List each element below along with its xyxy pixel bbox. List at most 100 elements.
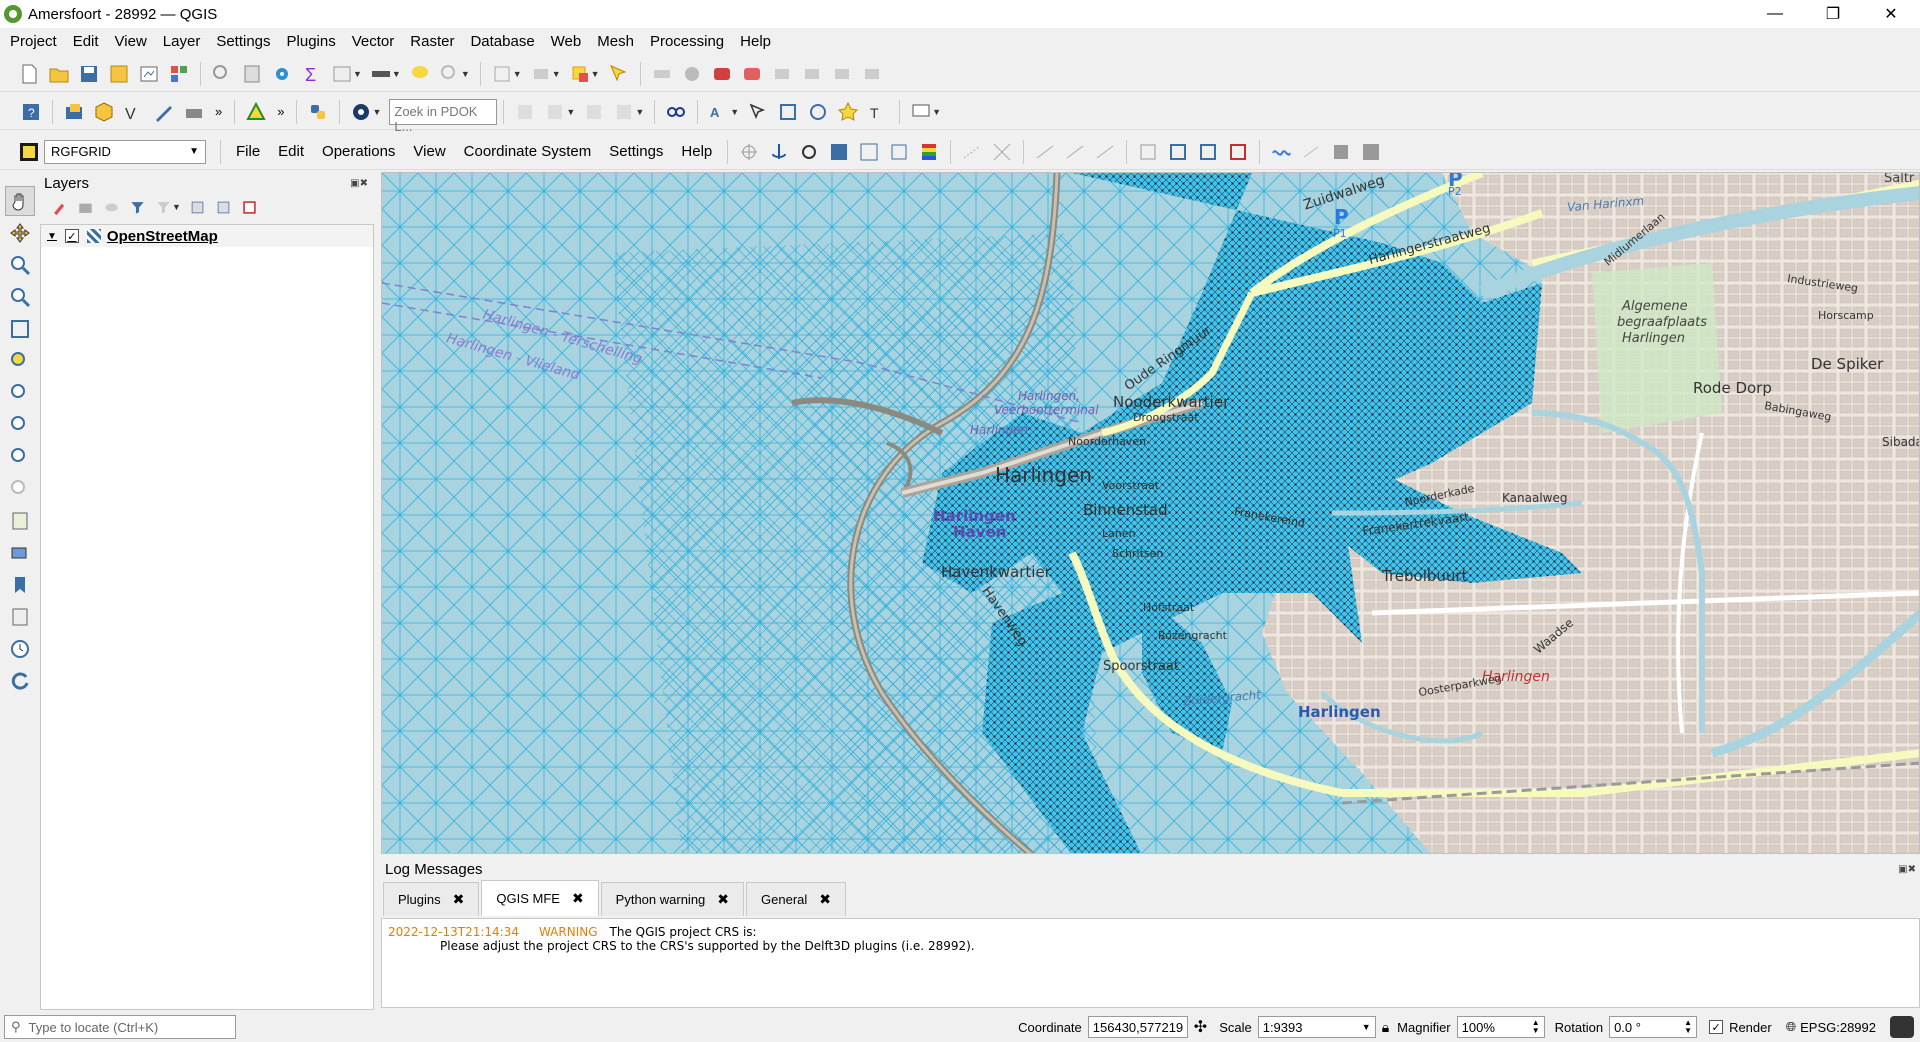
rgf-menu-help[interactable]: Help bbox=[672, 143, 721, 160]
layer-styling-icon[interactable] bbox=[46, 194, 72, 220]
show-bookmarks-icon[interactable] bbox=[5, 602, 35, 632]
pdok-search-input[interactable]: Zoek in PDOK L... bbox=[389, 98, 498, 134]
move-label-icon[interactable] bbox=[743, 97, 773, 127]
toggle-extents-icon[interactable]: ✣ bbox=[1194, 1017, 1207, 1037]
add-vector-icon[interactable]: V bbox=[119, 97, 149, 127]
digitize-icon[interactable] bbox=[149, 97, 179, 127]
collapse-all-icon[interactable] bbox=[211, 194, 237, 220]
minimize-button[interactable]: — bbox=[1746, 0, 1804, 28]
add-group-icon[interactable] bbox=[72, 194, 98, 220]
close-button[interactable]: ✕ bbox=[1862, 0, 1920, 28]
grid-delete-icon[interactable] bbox=[1223, 137, 1253, 167]
crs-button[interactable]: EPSG:28992 bbox=[1800, 1020, 1876, 1035]
label-tool-1-icon[interactable] bbox=[647, 59, 677, 89]
python-console-icon[interactable] bbox=[303, 97, 333, 127]
identify-icon[interactable] bbox=[207, 59, 237, 89]
new-3d-view-icon[interactable] bbox=[5, 538, 35, 568]
tab-general[interactable]: General ✖ bbox=[746, 882, 847, 916]
menu-mesh[interactable]: Mesh bbox=[587, 33, 640, 50]
grid-merge-icon[interactable] bbox=[1163, 137, 1193, 167]
grid-split-icon[interactable] bbox=[1193, 137, 1223, 167]
grid-refine-icon[interactable] bbox=[1133, 137, 1163, 167]
maximize-button[interactable]: ❐ bbox=[1804, 0, 1862, 28]
temporal-clock-icon[interactable] bbox=[5, 634, 35, 664]
label-move-icon[interactable] bbox=[827, 59, 857, 89]
manage-visibility-icon[interactable] bbox=[98, 194, 124, 220]
panel-float-close-icon[interactable]: ▣✖ bbox=[1898, 864, 1916, 875]
rgf-menu-settings[interactable]: Settings bbox=[600, 143, 672, 160]
wave-icon[interactable] bbox=[1266, 137, 1296, 167]
menu-layer[interactable]: Layer bbox=[153, 33, 207, 50]
new-map-view-icon[interactable] bbox=[5, 506, 35, 536]
coordinate-field[interactable]: 156430,577219 bbox=[1087, 1016, 1188, 1038]
delete-spline-icon[interactable] bbox=[987, 137, 1017, 167]
triangle-icon[interactable] bbox=[241, 97, 271, 127]
annotation-abc-2-icon[interactable] bbox=[737, 59, 767, 89]
label-tool-2-icon[interactable] bbox=[677, 59, 707, 89]
messages-icon[interactable] bbox=[1890, 1016, 1914, 1038]
tab-plugins[interactable]: Plugins ✖ bbox=[383, 882, 480, 916]
menu-plugins[interactable]: Plugins bbox=[277, 33, 342, 50]
tab-qgis-mfe[interactable]: QGIS MFE ✖ bbox=[481, 880, 599, 916]
change-label-icon[interactable] bbox=[803, 97, 833, 127]
pan-hand-icon[interactable] bbox=[5, 186, 35, 216]
grid-table-icon[interactable] bbox=[884, 137, 914, 167]
menu-settings[interactable]: Settings bbox=[206, 33, 276, 50]
color-bar-icon[interactable] bbox=[914, 137, 944, 167]
rotation-spinbox[interactable]: 0.0 ° ▲ ▼ bbox=[1609, 1016, 1698, 1038]
zoom-out-icon[interactable] bbox=[5, 282, 35, 312]
rgf-menu-operations[interactable]: Operations bbox=[313, 143, 404, 160]
grid-select-icon[interactable] bbox=[824, 137, 854, 167]
zoom-selection-icon[interactable] bbox=[5, 346, 35, 376]
grid-large-icon[interactable] bbox=[1356, 137, 1386, 167]
anchor-icon[interactable] bbox=[764, 137, 794, 167]
help-icon[interactable]: ? bbox=[16, 97, 46, 127]
data-source-manager-icon[interactable] bbox=[59, 97, 89, 127]
refresh-icon[interactable] bbox=[794, 137, 824, 167]
menu-view[interactable]: View bbox=[105, 33, 153, 50]
layer-visibility-checkbox[interactable]: ✓ bbox=[64, 229, 79, 243]
pin-label-icon[interactable] bbox=[833, 97, 863, 127]
refresh-map-icon[interactable] bbox=[5, 666, 35, 696]
pan-to-selection-icon[interactable] bbox=[5, 218, 35, 248]
panel-float-close-icon[interactable]: ▣✖ bbox=[350, 178, 368, 189]
settings-gear-icon[interactable] bbox=[267, 59, 297, 89]
new-project-icon[interactable] bbox=[14, 59, 44, 89]
zoom-full-icon[interactable] bbox=[5, 314, 35, 344]
new-bookmark-icon[interactable] bbox=[5, 570, 35, 600]
menu-raster[interactable]: Raster bbox=[400, 33, 460, 50]
menu-help[interactable]: Help bbox=[730, 33, 777, 50]
menu-web[interactable]: Web bbox=[541, 33, 588, 50]
rgf-menu-coordinate-system[interactable]: Coordinate System bbox=[455, 143, 601, 160]
label-pin-icon[interactable] bbox=[767, 59, 797, 89]
zoom-native-icon[interactable] bbox=[5, 410, 35, 440]
map-tips-icon[interactable] bbox=[405, 59, 435, 89]
close-tab-icon[interactable]: ✖ bbox=[819, 891, 831, 908]
print-layout-icon[interactable] bbox=[134, 59, 164, 89]
map-canvas[interactable]: Zuidwalweg Harlingerstraatweg Van Harinx… bbox=[381, 172, 1920, 854]
edit-pencil-icon[interactable] bbox=[510, 97, 540, 127]
zoom-layer-icon[interactable] bbox=[5, 378, 35, 408]
spline-tool-1-icon[interactable] bbox=[1030, 137, 1060, 167]
spline-icon[interactable] bbox=[957, 137, 987, 167]
rgf-menu-file[interactable]: File bbox=[227, 143, 269, 160]
statistics-sigma-icon[interactable]: Σ bbox=[297, 59, 327, 89]
select-location-icon[interactable] bbox=[604, 59, 634, 89]
annotation-abc-icon[interactable] bbox=[707, 59, 737, 89]
zoom-in-icon[interactable] bbox=[5, 250, 35, 280]
expand-all-icon[interactable] bbox=[185, 194, 211, 220]
log-output[interactable]: 2022-12-13T21:14:34 WARNING The QGIS proje… bbox=[381, 918, 1920, 1008]
rotate-label-icon[interactable] bbox=[773, 97, 803, 127]
spline-tool-3-icon[interactable] bbox=[1090, 137, 1120, 167]
open-project-icon[interactable] bbox=[44, 59, 74, 89]
render-checkbox[interactable]: ✓ bbox=[1709, 1020, 1724, 1034]
expand-arrow-icon[interactable]: ▼ bbox=[47, 231, 57, 242]
close-tab-icon[interactable]: ✖ bbox=[572, 890, 584, 907]
crosshair-icon[interactable] bbox=[734, 137, 764, 167]
grid-tool-combo[interactable]: RGFGRID ▼ bbox=[44, 139, 206, 164]
save-as-icon[interactable] bbox=[104, 59, 134, 89]
menu-project[interactable]: Project bbox=[0, 33, 63, 50]
add-layer-icon[interactable] bbox=[179, 97, 209, 127]
menu-edit[interactable]: Edit bbox=[63, 33, 105, 50]
label-show-icon[interactable] bbox=[797, 59, 827, 89]
